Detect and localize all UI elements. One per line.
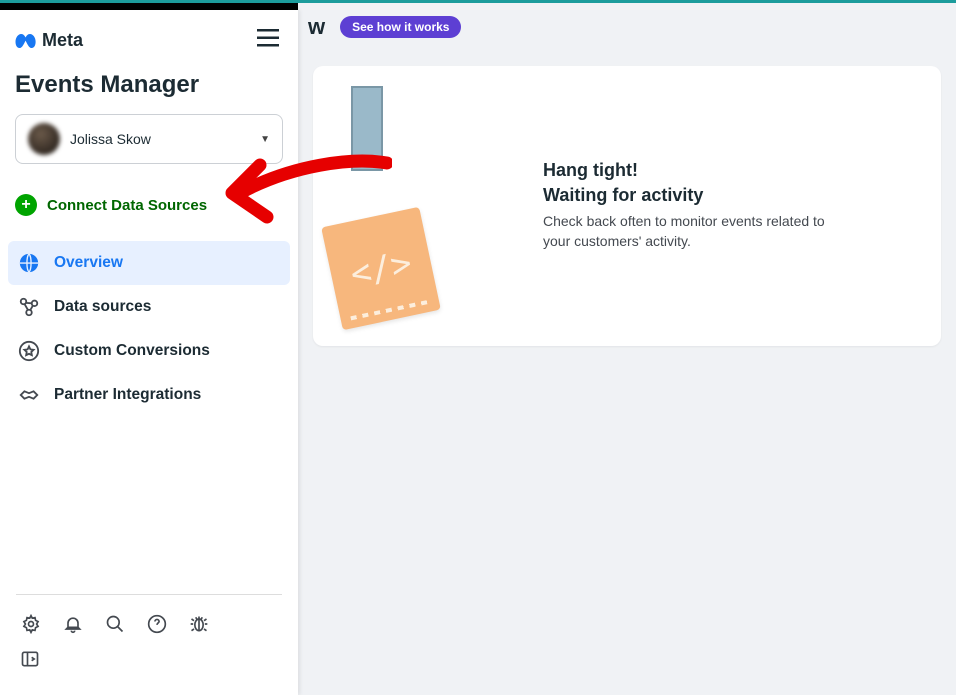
hamburger-icon	[257, 29, 279, 47]
globe-icon	[18, 252, 40, 274]
nav-item-data-sources[interactable]: Data sources	[8, 285, 290, 329]
search-button[interactable]	[104, 613, 126, 635]
brand-text: Meta	[42, 30, 83, 51]
page-title: Events Manager	[15, 71, 283, 99]
settings-button[interactable]	[20, 613, 42, 635]
nav-label-data-sources: Data sources	[54, 298, 151, 316]
collapse-sidebar-button[interactable]	[20, 649, 40, 674]
nav-item-overview[interactable]: Overview	[8, 241, 290, 285]
nav-list: Overview Data sources Custom Conversions	[0, 241, 298, 417]
main-header: w See how it works	[298, 3, 956, 51]
account-name: Jolissa Skow	[70, 131, 250, 147]
gear-icon	[21, 614, 41, 634]
caret-down-icon: ▼	[260, 134, 270, 145]
bell-icon	[63, 614, 83, 634]
connect-data-sources-button[interactable]: + Connect Data Sources	[0, 194, 298, 216]
partial-header-text: w	[308, 14, 325, 40]
menu-toggle-button[interactable]	[253, 25, 283, 56]
meta-logo-icon	[15, 34, 37, 48]
notifications-button[interactable]	[62, 613, 84, 635]
nav-label-custom-conversions: Custom Conversions	[54, 342, 210, 360]
see-how-it-works-button[interactable]: See how it works	[340, 16, 461, 38]
nav-item-partner-integrations[interactable]: Partner Integrations	[8, 373, 290, 417]
sidebar: Meta Events Manager Jolissa Skow ▼ + Con…	[0, 10, 298, 695]
handshake-icon	[18, 384, 40, 406]
help-icon	[147, 614, 167, 634]
bug-report-button[interactable]	[188, 613, 210, 635]
main-content: w See how it works </> Hang tight! Waiti…	[298, 3, 956, 346]
waiting-card: </> Hang tight! Waiting for activity Che…	[313, 66, 941, 346]
divider	[16, 594, 282, 595]
card-subtitle: Waiting for activity	[543, 185, 911, 206]
star-circle-icon	[18, 340, 40, 362]
nav-label-overview: Overview	[54, 254, 123, 272]
pixel-illustration: </>	[343, 96, 453, 316]
avatar	[28, 123, 60, 155]
nodes-icon	[18, 296, 40, 318]
card-title: Hang tight!	[543, 160, 911, 181]
window-chrome-strip	[0, 3, 298, 10]
panel-collapse-icon	[20, 649, 40, 669]
card-description: Check back often to monitor events relat…	[543, 212, 853, 251]
nav-item-custom-conversions[interactable]: Custom Conversions	[8, 329, 290, 373]
account-selector[interactable]: Jolissa Skow ▼	[15, 114, 283, 164]
connect-data-sources-label: Connect Data Sources	[47, 197, 207, 214]
nav-label-partner-integrations: Partner Integrations	[54, 386, 201, 404]
plus-circle-icon: +	[15, 194, 37, 216]
help-button[interactable]	[146, 613, 168, 635]
bug-icon	[189, 614, 209, 634]
search-icon	[105, 614, 125, 634]
meta-brand: Meta	[15, 30, 83, 51]
